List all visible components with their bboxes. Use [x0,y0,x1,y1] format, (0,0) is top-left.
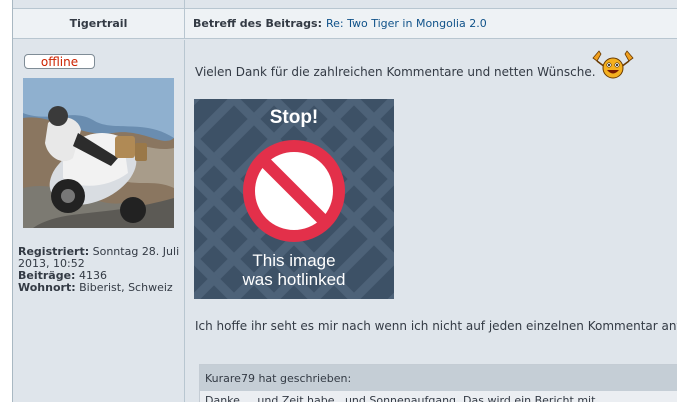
location-value: Biberist, Schweiz [79,281,173,294]
post-subject-bar: Betreff des Beitrags: Re: Two Tiger in M… [185,9,677,39]
hotlink-warning-graphic: Stop! This image was hotlinked [185,75,418,323]
previous-post-border [13,0,677,9]
hotlinked-image-placeholder: Stop! This image was hotlinked [185,75,418,323]
hotlink-line-1: This image [252,251,335,270]
post-body: Vielen Dank für die zahlreichen Kommenta… [185,40,677,402]
subject-link[interactable]: Re: Two Tiger in Mongolia 2.0 [326,17,487,30]
avatar-motorcycle-photo [23,78,174,228]
quote-text: Danke, ...und Zeit habe...und Sonnenaufg… [205,394,596,402]
author-username[interactable]: Tigertrail [70,17,128,30]
hotlink-heading: Stop! [270,107,319,128]
subject-label: Betreff des Beitrags: [193,17,322,30]
offline-status-badge: offline [24,54,95,69]
waving-smiley-icon [592,50,634,79]
hotlink-line-2: was hotlinked [241,270,345,289]
forum-post-table: Tigertrail Betreff des Beitrags: Re: Two… [12,0,677,402]
author-header: Tigertrail [13,9,185,39]
author-profile-panel: offline Registriert: Sonntag 28. Juli 20… [13,40,185,402]
author-details: Registriert: Sonntag 28. Juli 2013, 10:5… [18,246,183,294]
quote-block: Kurare79 hat geschrieben: Danke, ...und … [199,364,677,402]
post-paragraph-reply-note: Ich hoffe ihr seht es mir nach wenn ich … [195,319,677,333]
post-paragraph-thanks: Vielen Dank für die zahlreichen Kommenta… [195,65,596,79]
quote-header: Kurare79 hat geschrieben: [200,365,677,391]
location-label: Wohnort: [18,281,76,294]
avatar[interactable] [23,78,174,228]
